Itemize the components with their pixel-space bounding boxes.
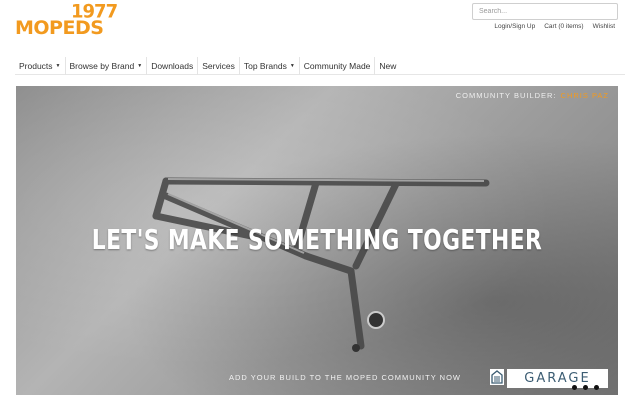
nav-label: Downloads bbox=[151, 60, 194, 71]
nav-top-brands[interactable]: Top Brands ▼ bbox=[240, 56, 300, 75]
search-input[interactable] bbox=[472, 3, 618, 20]
slide-dot[interactable] bbox=[583, 385, 588, 390]
slide-pagination bbox=[572, 385, 599, 390]
community-builder-credit: COMMUNITY BUILDER: CHRIS PAZ bbox=[456, 91, 609, 100]
hero-banner[interactable]: COMMUNITY BUILDER: CHRIS PAZ LET'S MAKE S… bbox=[16, 86, 618, 395]
garage-icon[interactable] bbox=[490, 369, 504, 385]
slide-dot[interactable] bbox=[572, 385, 577, 390]
caret-down-icon: ▼ bbox=[55, 62, 61, 69]
account-links: Login/Sign Up Cart (0 items) Wishlist bbox=[494, 23, 615, 30]
nav-browse-by-brand[interactable]: Browse by Brand ▼ bbox=[66, 56, 148, 75]
nav-label: New bbox=[379, 60, 397, 71]
caret-down-icon: ▼ bbox=[289, 62, 295, 69]
nav-label: Services bbox=[202, 60, 235, 71]
slide-dot[interactable] bbox=[594, 385, 599, 390]
nav-label: Products bbox=[19, 60, 53, 71]
nav-label: Browse by Brand bbox=[69, 60, 135, 71]
add-build-cta[interactable]: ADD YOUR BUILD TO THE MOPED COMMUNITY NO… bbox=[229, 373, 461, 382]
builder-name[interactable]: CHRIS PAZ bbox=[561, 91, 609, 100]
logo-name: MOPEDS bbox=[15, 17, 104, 39]
nav-community-made[interactable]: Community Made bbox=[300, 56, 376, 75]
nav-new[interactable]: New bbox=[375, 57, 400, 75]
cart-link[interactable]: Cart (0 items) bbox=[544, 23, 583, 30]
wishlist-link[interactable]: Wishlist bbox=[593, 23, 615, 30]
login-signup-link[interactable]: Login/Sign Up bbox=[494, 23, 535, 30]
hero-headline: LET'S MAKE SOMETHING TOGETHER bbox=[91, 223, 543, 256]
nav-downloads[interactable]: Downloads bbox=[147, 56, 199, 75]
caret-down-icon: ▼ bbox=[137, 62, 143, 69]
nav-label: Community Made bbox=[303, 60, 371, 71]
main-nav: Products ▼ Browse by Brand ▼ Downloads Ser… bbox=[15, 56, 625, 75]
nav-label: Top Brands bbox=[243, 60, 287, 71]
nav-products[interactable]: Products ▼ bbox=[15, 56, 66, 75]
nav-services[interactable]: Services bbox=[198, 56, 240, 75]
builder-label: COMMUNITY BUILDER: bbox=[455, 91, 557, 100]
